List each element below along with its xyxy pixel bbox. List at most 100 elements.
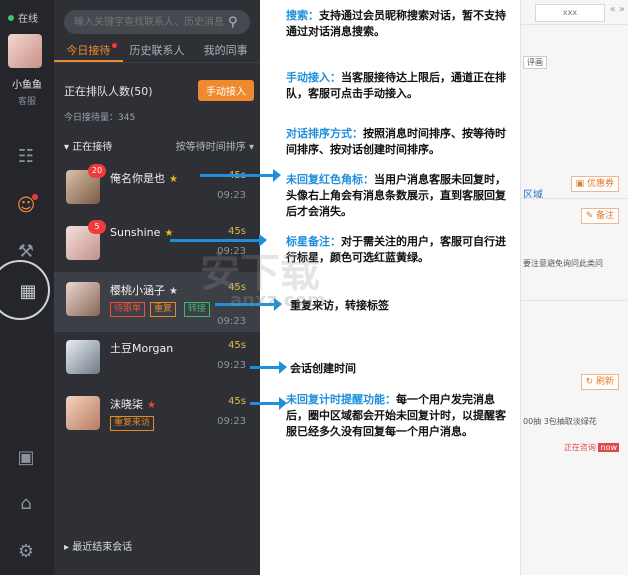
star-icon[interactable]: ★ bbox=[164, 228, 173, 239]
note-unread-badge: 未回复红色角标：当用户消息客服未回复时，头像右上角会有消息条数展示，直到客服回复… bbox=[286, 172, 514, 220]
coupon-label: 优惠券 bbox=[586, 179, 614, 189]
sort-label: 按等待时间排序 bbox=[175, 142, 246, 153]
arrow-icon bbox=[250, 397, 287, 410]
arrow-icon bbox=[200, 169, 281, 182]
note-sort: 对话排序方式：按照消息时间排序、按等待时间排序、按对话创建时间排序。 bbox=[286, 126, 514, 158]
section-title[interactable]: ▾ 正在接待 bbox=[64, 138, 112, 153]
consulting-status: 正在咨询 now bbox=[564, 442, 619, 453]
status-label: 在线 bbox=[18, 14, 38, 25]
star-icon[interactable]: ★ bbox=[147, 400, 156, 411]
chat-list-item[interactable]: 土豆Morgan 45s 09:23 bbox=[54, 330, 260, 390]
note-key: 未回复计时提醒功能： bbox=[286, 393, 396, 406]
note-key: 对话排序方式： bbox=[286, 127, 363, 140]
divider bbox=[521, 300, 628, 301]
online-status[interactable]: 在线 bbox=[8, 10, 38, 25]
coupon-button[interactable]: ▣ 优惠券 bbox=[570, 176, 619, 192]
queue-count: 正在排队人数(50) bbox=[64, 84, 153, 98]
tag-badge[interactable]: 重复 bbox=[150, 302, 177, 317]
chat-name: Sunshine ★ bbox=[110, 226, 173, 239]
chat-name: 沫晓柒 ★ bbox=[110, 396, 156, 412]
note-create-time: 会话创建时间 bbox=[290, 362, 356, 375]
chat-name: 樱桃小涵子 ★ bbox=[110, 282, 178, 298]
search-icon[interactable]: ⚲ bbox=[228, 15, 238, 30]
chat-name-text: 樱桃小涵子 bbox=[110, 284, 165, 297]
chat-list-item[interactable]: 沫晓柒 ★ 45s 09:23 重复来访 bbox=[54, 386, 260, 446]
unread-badge: 20 bbox=[88, 164, 106, 178]
chat-name-text: 沫晓柒 bbox=[110, 398, 143, 411]
note-star: 标星备注：对于需关注的用户，客服可自行进行标星，颜色可选红蓝黄绿。 bbox=[286, 234, 514, 266]
reply-timer: 45s bbox=[228, 226, 246, 237]
note-key: 手动接入： bbox=[286, 71, 341, 84]
reply-timer: 45s bbox=[228, 340, 246, 351]
chat-avatar bbox=[66, 340, 100, 374]
search-input[interactable] bbox=[72, 15, 226, 29]
chat-list-item[interactable]: 20 俺名你是也★ 45s 09:23 bbox=[54, 160, 260, 220]
my-role: 客服 bbox=[17, 97, 36, 107]
star-icon[interactable]: ★ bbox=[169, 174, 178, 185]
tab-colleagues-label: 我的同事 bbox=[203, 44, 248, 57]
note-key: 搜索： bbox=[286, 9, 319, 22]
tab-bar: 今日接待 历史联系人 我的同事 bbox=[54, 40, 260, 63]
manual-access-button[interactable]: 手动接入 bbox=[198, 80, 254, 101]
tab-today[interactable]: 今日接待 bbox=[54, 40, 123, 62]
queue-row: 正在排队人数(50) 手动接入 bbox=[64, 80, 254, 101]
served-count: 今日接待量：345 bbox=[64, 113, 136, 123]
tab-history[interactable]: 历史联系人 bbox=[123, 40, 192, 62]
divider bbox=[521, 24, 628, 25]
watermark-url: anxz.com bbox=[230, 290, 326, 311]
my-name: 小鱼鱼 bbox=[12, 80, 42, 91]
contacts-icon[interactable]: ☺ bbox=[12, 194, 40, 218]
status-text: 正在咨询 bbox=[563, 443, 596, 452]
store-icon[interactable]: ⌂ bbox=[12, 492, 40, 516]
chat-time: 09:23 bbox=[217, 316, 246, 327]
tag-badge[interactable]: 重复来访 bbox=[110, 416, 155, 431]
remark-button[interactable]: ✎ 备注 bbox=[580, 208, 619, 224]
chat-name: 俺名你是也 ★ bbox=[110, 170, 178, 186]
unread-badge: 5 bbox=[88, 220, 106, 234]
tag-badge[interactable]: 待跟单 bbox=[110, 302, 146, 317]
icon-rail: 在线 小鱼鱼 客服 ☷ ☺ ⚒ ▦ ▣ ⌂ ⚙ bbox=[0, 0, 54, 575]
note-search: 搜索：支持通过会员昵称搜索对话，暂不支持通过对话消息搜索。 bbox=[286, 8, 514, 40]
notification-dot-icon bbox=[32, 194, 38, 200]
apps-grid-icon[interactable]: ▦ bbox=[14, 280, 42, 304]
note-timer: 未回复计时提醒功能：每一个用户发完消息后，圈中区域都会开始未回复计时，以提醒客服… bbox=[286, 392, 514, 440]
note-manual-access: 手动接入：当客服接待达上限后，通道正在排队，客服可点击手动接入。 bbox=[286, 70, 514, 102]
tab-today-label: 今日接待 bbox=[66, 44, 111, 57]
side-tab[interactable]: xxx bbox=[535, 4, 605, 22]
chat-avatar bbox=[66, 396, 100, 430]
tab-history-label: 历史联系人 bbox=[129, 44, 185, 57]
online-dot-icon bbox=[8, 14, 14, 21]
refresh-button[interactable]: ↻ 刷新 bbox=[580, 374, 619, 390]
right-side-panel: xxx « » 评画 区域 ▣ 优惠券 ✎ 备注 要注意避免询问此类问 ↻ 刷新… bbox=[520, 0, 628, 575]
remark-label: 备注 bbox=[595, 211, 614, 221]
chat-time: 09:23 bbox=[217, 190, 246, 201]
monitor-icon[interactable]: ▣ bbox=[12, 446, 40, 470]
sort-dropdown[interactable]: 按等待时间排序 ▾ bbox=[176, 138, 254, 153]
search-box: ⚲ bbox=[64, 10, 250, 34]
reply-timer: 45s bbox=[228, 396, 246, 407]
my-avatar[interactable] bbox=[8, 34, 42, 68]
tag-badge[interactable]: 转接 bbox=[184, 302, 211, 317]
side-nav-arrows-icon[interactable]: « » bbox=[610, 4, 625, 15]
side-text-4: 00抽 3包抽取淡绿花 bbox=[523, 417, 597, 426]
chat-name: 土豆Morgan bbox=[110, 340, 173, 356]
star-icon[interactable]: ★ bbox=[169, 286, 178, 297]
refresh-label: 刷新 bbox=[595, 377, 614, 387]
section-title-label: 正在接待 bbox=[72, 142, 113, 153]
recent-label: 最近结束会话 bbox=[72, 542, 133, 553]
chat-name-text: Sunshine bbox=[110, 226, 161, 239]
tab-colleagues[interactable]: 我的同事 bbox=[191, 40, 260, 62]
settings-gear-icon[interactable]: ⚙ bbox=[12, 540, 40, 564]
side-text-3: 要注意避免询问此类问 bbox=[523, 259, 603, 268]
chat-name-text: 土豆Morgan bbox=[110, 342, 174, 355]
divider bbox=[521, 198, 628, 199]
chat-time: 09:23 bbox=[217, 416, 246, 427]
note-text: 支持通过会员昵称搜索对话，暂不支持通过对话消息搜索。 bbox=[286, 9, 506, 38]
chart-icon[interactable]: ☷ bbox=[12, 145, 40, 169]
chat-time: 09:23 bbox=[217, 360, 246, 371]
arrow-icon bbox=[250, 361, 287, 374]
note-key: 未回复红色角标： bbox=[286, 173, 374, 186]
chat-avatar bbox=[66, 282, 100, 316]
recent-ended-sessions[interactable]: ▸ 最近结束会话 bbox=[64, 538, 132, 553]
side-text-1[interactable]: 评画 bbox=[523, 56, 547, 69]
